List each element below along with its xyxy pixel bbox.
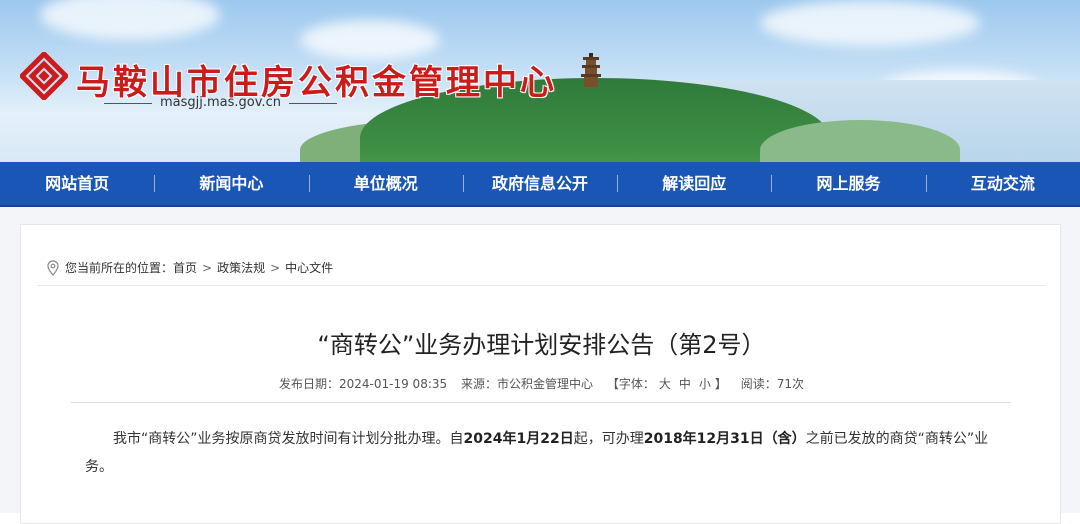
main-nav: 网站首页 新闻中心 单位概况 政府信息公开 解读回应 网上服务 互动交流 [0,162,1080,207]
font-size-label: 【字体： [606,377,655,391]
breadcrumb-separator: > [270,260,281,275]
nav-item-news[interactable]: 新闻中心 [154,161,308,206]
body-paragraph: 我市“商转公”业务按原商贷发放时间有计划分批办理。自2024年1月22日起，可办… [85,425,999,481]
breadcrumb-policy[interactable]: 政策法规 [217,259,265,276]
breadcrumb-center-docs[interactable]: 中心文件 [285,259,333,276]
housing-fund-logo-icon [20,52,68,100]
breadcrumb-divider [37,285,1045,286]
banner-cloud [300,20,440,60]
font-size-control: 【字体： 大中小】 [607,377,727,391]
nav-item-online-service[interactable]: 网上服务 [771,161,925,206]
header-banner: 马鞍山市住房公积金管理中心 masgjj.mas.gov.cn [0,0,1080,162]
article-title: “商转公”业务办理计划安排公告（第2号） [317,331,766,359]
nav-item-interpretation[interactable]: 解读回应 [617,161,771,206]
breadcrumb-home[interactable]: 首页 [173,259,197,276]
body-bold-date-2: 2018年12月31日（含） [643,431,806,447]
article-panel: 您当前所在的位置： 首页 > 政策法规 > 中心文件 “商转公”业务办理计划安排… [20,224,1061,524]
site-domain: masgjj.mas.gov.cn [104,95,337,110]
breadcrumb: 您当前所在的位置： 首页 > 政策法规 > 中心文件 [47,259,333,276]
body-text-1: 我市“商转公”业务按原商贷发放时间有计划分批办理。自 [113,431,464,447]
font-small-button[interactable]: 小 [699,377,711,391]
font-large-button[interactable]: 大 [659,377,671,391]
view-count: 阅读：71次 [740,377,804,391]
breadcrumb-separator: > [202,260,213,275]
location-pin-icon [47,259,59,276]
banner-cloud [40,0,220,40]
body-text-2: 起，可办理 [573,431,644,447]
nav-item-home[interactable]: 网站首页 [0,161,154,206]
banner-cloud [760,0,980,46]
publish-date: 发布日期：2024-01-19 08:35 [279,377,448,391]
font-size-close: 】 [714,377,727,391]
site-title: 马鞍山市住房公积金管理中心 [76,63,557,103]
nav-item-overview[interactable]: 单位概况 [308,161,463,206]
article-meta: 发布日期：2024-01-19 08:35 来源：市公积金管理中心 【字体： 大中… [21,375,1062,392]
body-bold-date-1: 2024年1月22日 [463,431,574,447]
font-medium-button[interactable]: 中 [679,377,691,391]
article-body: 我市“商转公”业务按原商贷发放时间有计划分批办理。自2024年1月22日起，可办… [85,425,999,481]
meta-divider [71,402,1011,403]
pagoda-icon [581,53,601,87]
article-source: 来源：市公积金管理中心 [460,377,593,391]
nav-item-interaction[interactable]: 互动交流 [925,161,1080,206]
breadcrumb-prefix: 您当前所在的位置： [65,261,174,275]
nav-item-gov-info[interactable]: 政府信息公开 [462,161,617,206]
